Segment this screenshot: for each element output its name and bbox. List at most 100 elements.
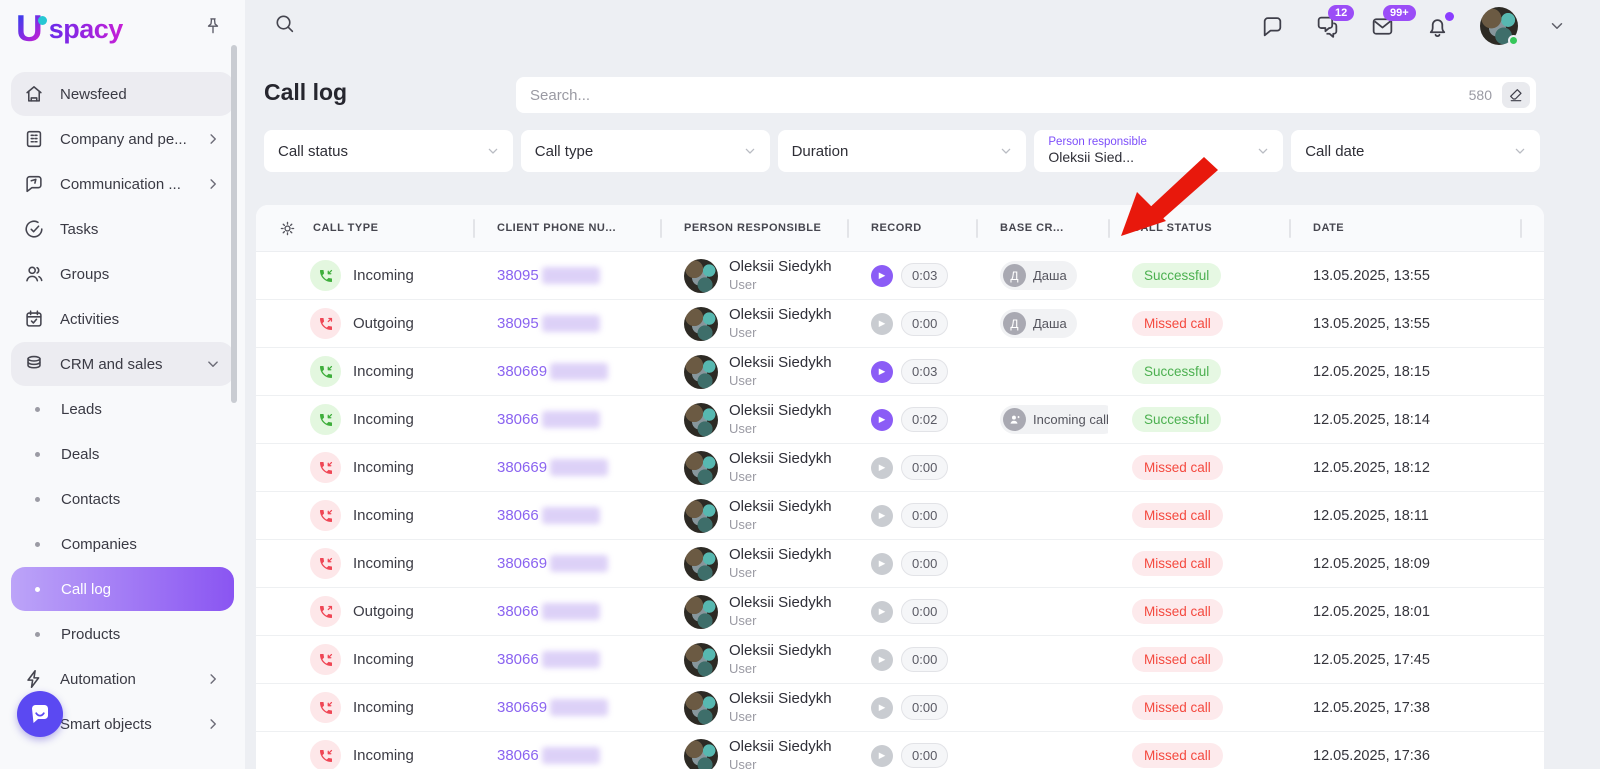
phone-incoming-icon	[310, 260, 341, 291]
play-record-button[interactable]: ▶	[871, 265, 893, 287]
filter-duration[interactable]: Duration	[778, 130, 1027, 172]
table-row[interactable]: Incoming 38066 Oleksii Siedykh User ▶ 0:…	[256, 396, 1544, 444]
phone-number-link[interactable]: 380669	[497, 699, 547, 716]
phone-number-link[interactable]: 38066	[497, 603, 539, 620]
filter-call-type[interactable]: Call type	[521, 130, 770, 172]
responsible-avatar	[684, 355, 718, 389]
sidebar-item-newsfeed[interactable]: Newsfeed	[11, 72, 234, 116]
table-row[interactable]: Incoming 38066 Oleksii Siedykh User ▶ 0:…	[256, 492, 1544, 540]
redacted-phone-blur	[542, 747, 600, 764]
mail-badge: 99+	[1383, 5, 1416, 21]
eraser-icon	[1508, 87, 1524, 103]
phone-number-link[interactable]: 38066	[497, 651, 539, 668]
sidebar-item-leads[interactable]: Leads	[11, 387, 234, 431]
responsible-role: User	[729, 613, 832, 630]
column-header-client-phone-nu[interactable]: CLIENT PHONE NU...	[473, 205, 660, 251]
call-status-badge: Missed call	[1132, 647, 1223, 672]
call-type-label: Incoming	[353, 267, 414, 284]
clear-filters-button[interactable]	[1502, 82, 1530, 108]
play-record-button[interactable]: ▶	[871, 745, 893, 767]
call-status-badge: Missed call	[1132, 455, 1223, 480]
topbar: 12 99+	[245, 0, 1600, 52]
phone-incoming-icon	[310, 740, 341, 769]
uspacy-logo[interactable]: U spacy	[16, 12, 123, 45]
table-row[interactable]: Incoming 38066 Oleksii Siedykh User ▶ 0:…	[256, 636, 1544, 684]
phone-outcoming-icon	[310, 308, 341, 339]
responsible-avatar	[684, 691, 718, 725]
sidebar-item-company-and-pe[interactable]: Company and pe...	[11, 117, 234, 161]
table-row[interactable]: Outgoing 38095 Oleksii Siedykh User ▶ 0:…	[256, 300, 1544, 348]
phone-incoming-icon	[310, 644, 341, 675]
sidebar-item-contacts[interactable]: Contacts	[11, 477, 234, 521]
filter-call-status[interactable]: Call status	[264, 130, 513, 172]
table-settings-icon[interactable]	[278, 219, 297, 238]
call-status-badge: Missed call	[1132, 695, 1223, 720]
play-record-button[interactable]: ▶	[871, 697, 893, 719]
sidebar-item-call-log[interactable]: Call log	[11, 567, 234, 611]
table-row[interactable]: Incoming 380669 Oleksii Siedykh User ▶ 0…	[256, 684, 1544, 732]
table-row[interactable]: Incoming 38095 Oleksii Siedykh User ▶ 0:…	[256, 252, 1544, 300]
chat-icon[interactable]	[1260, 14, 1285, 39]
play-record-button[interactable]: ▶	[871, 553, 893, 575]
play-record-button[interactable]: ▶	[871, 313, 893, 335]
play-record-button[interactable]: ▶	[871, 649, 893, 671]
bullet-icon	[35, 497, 40, 502]
chevron-down-icon	[485, 143, 501, 159]
sidebar-item-tasks[interactable]: Tasks	[11, 207, 234, 251]
play-record-button[interactable]: ▶	[871, 409, 893, 431]
phone-number-link[interactable]: 380669	[497, 555, 547, 572]
call-duration: 0:02	[901, 407, 948, 432]
column-header-date[interactable]: DATE	[1289, 205, 1520, 251]
column-header-person-responsible[interactable]: PERSON RESPONSIBLE	[660, 205, 847, 251]
column-header-call-status[interactable]: CALL STATUS	[1108, 205, 1289, 251]
phone-number-link[interactable]: 38066	[497, 507, 539, 524]
sidebar-item-crm-and-sales[interactable]: CRM and sales	[11, 342, 234, 386]
sidebar-item-products[interactable]: Products	[11, 612, 234, 656]
phone-number-link[interactable]: 38066	[497, 411, 539, 428]
table-row[interactable]: Incoming 38066 Oleksii Siedykh User ▶ 0:…	[256, 732, 1544, 769]
pin-icon[interactable]	[203, 16, 223, 41]
phone-number-link[interactable]: 38095	[497, 267, 539, 284]
phone-number-link[interactable]: 380669	[497, 459, 547, 476]
phone-incoming-icon	[310, 452, 341, 483]
column-header-call-type[interactable]: CALL TYPE	[256, 205, 473, 251]
table-row[interactable]: Incoming 380669 Oleksii Siedykh User ▶ 0…	[256, 444, 1544, 492]
search-input[interactable]	[530, 87, 1469, 104]
call-date: 12.05.2025, 18:01	[1313, 604, 1430, 620]
column-header-record[interactable]: RECORD	[847, 205, 976, 251]
responsible-avatar	[684, 547, 718, 581]
responsible-name: Oleksii Siedykh	[729, 257, 832, 277]
sidebar-item-groups[interactable]: Groups	[11, 252, 234, 296]
filter-person-responsible[interactable]: Person responsible Oleksii Sied...	[1034, 130, 1283, 172]
sidebar-item-companies[interactable]: Companies	[11, 522, 234, 566]
table-row[interactable]: Incoming 380669 Oleksii Siedykh User ▶ 0…	[256, 348, 1544, 396]
bell-icon[interactable]	[1425, 14, 1450, 39]
phone-incoming-icon	[310, 548, 341, 579]
phone-number-link[interactable]: 38095	[497, 315, 539, 332]
filter-call-date[interactable]: Call date	[1291, 130, 1540, 172]
phone-number-link[interactable]: 38066	[497, 747, 539, 764]
play-record-button[interactable]: ▶	[871, 505, 893, 527]
sidebar-item-communication[interactable]: Communication ...	[11, 162, 234, 206]
play-record-button[interactable]: ▶	[871, 361, 893, 383]
user-avatar[interactable]	[1480, 7, 1518, 45]
base-chip[interactable]: Incoming call 3	[1000, 405, 1108, 434]
messengers-badge: 12	[1328, 5, 1354, 21]
search-icon[interactable]	[273, 12, 296, 40]
support-chat-button[interactable]	[17, 691, 63, 737]
base-chip[interactable]: Д Даша	[1000, 309, 1077, 338]
play-record-button[interactable]: ▶	[871, 457, 893, 479]
call-type-label: Incoming	[353, 699, 414, 716]
messengers-icon[interactable]: 12	[1315, 14, 1340, 39]
sidebar-scrollbar[interactable]	[231, 45, 237, 403]
play-record-button[interactable]: ▶	[871, 601, 893, 623]
table-row[interactable]: Outgoing 38066 Oleksii Siedykh User ▶ 0:…	[256, 588, 1544, 636]
column-header-base-cr[interactable]: BASE CR...	[976, 205, 1108, 251]
sidebar-item-activities[interactable]: Activities	[11, 297, 234, 341]
sidebar-item-deals[interactable]: Deals	[11, 432, 234, 476]
phone-number-link[interactable]: 380669	[497, 363, 547, 380]
mail-icon[interactable]: 99+	[1370, 14, 1395, 39]
profile-chevron-down-icon[interactable]	[1548, 17, 1566, 35]
base-chip[interactable]: Д Даша	[1000, 261, 1077, 290]
table-row[interactable]: Incoming 380669 Oleksii Siedykh User ▶ 0…	[256, 540, 1544, 588]
